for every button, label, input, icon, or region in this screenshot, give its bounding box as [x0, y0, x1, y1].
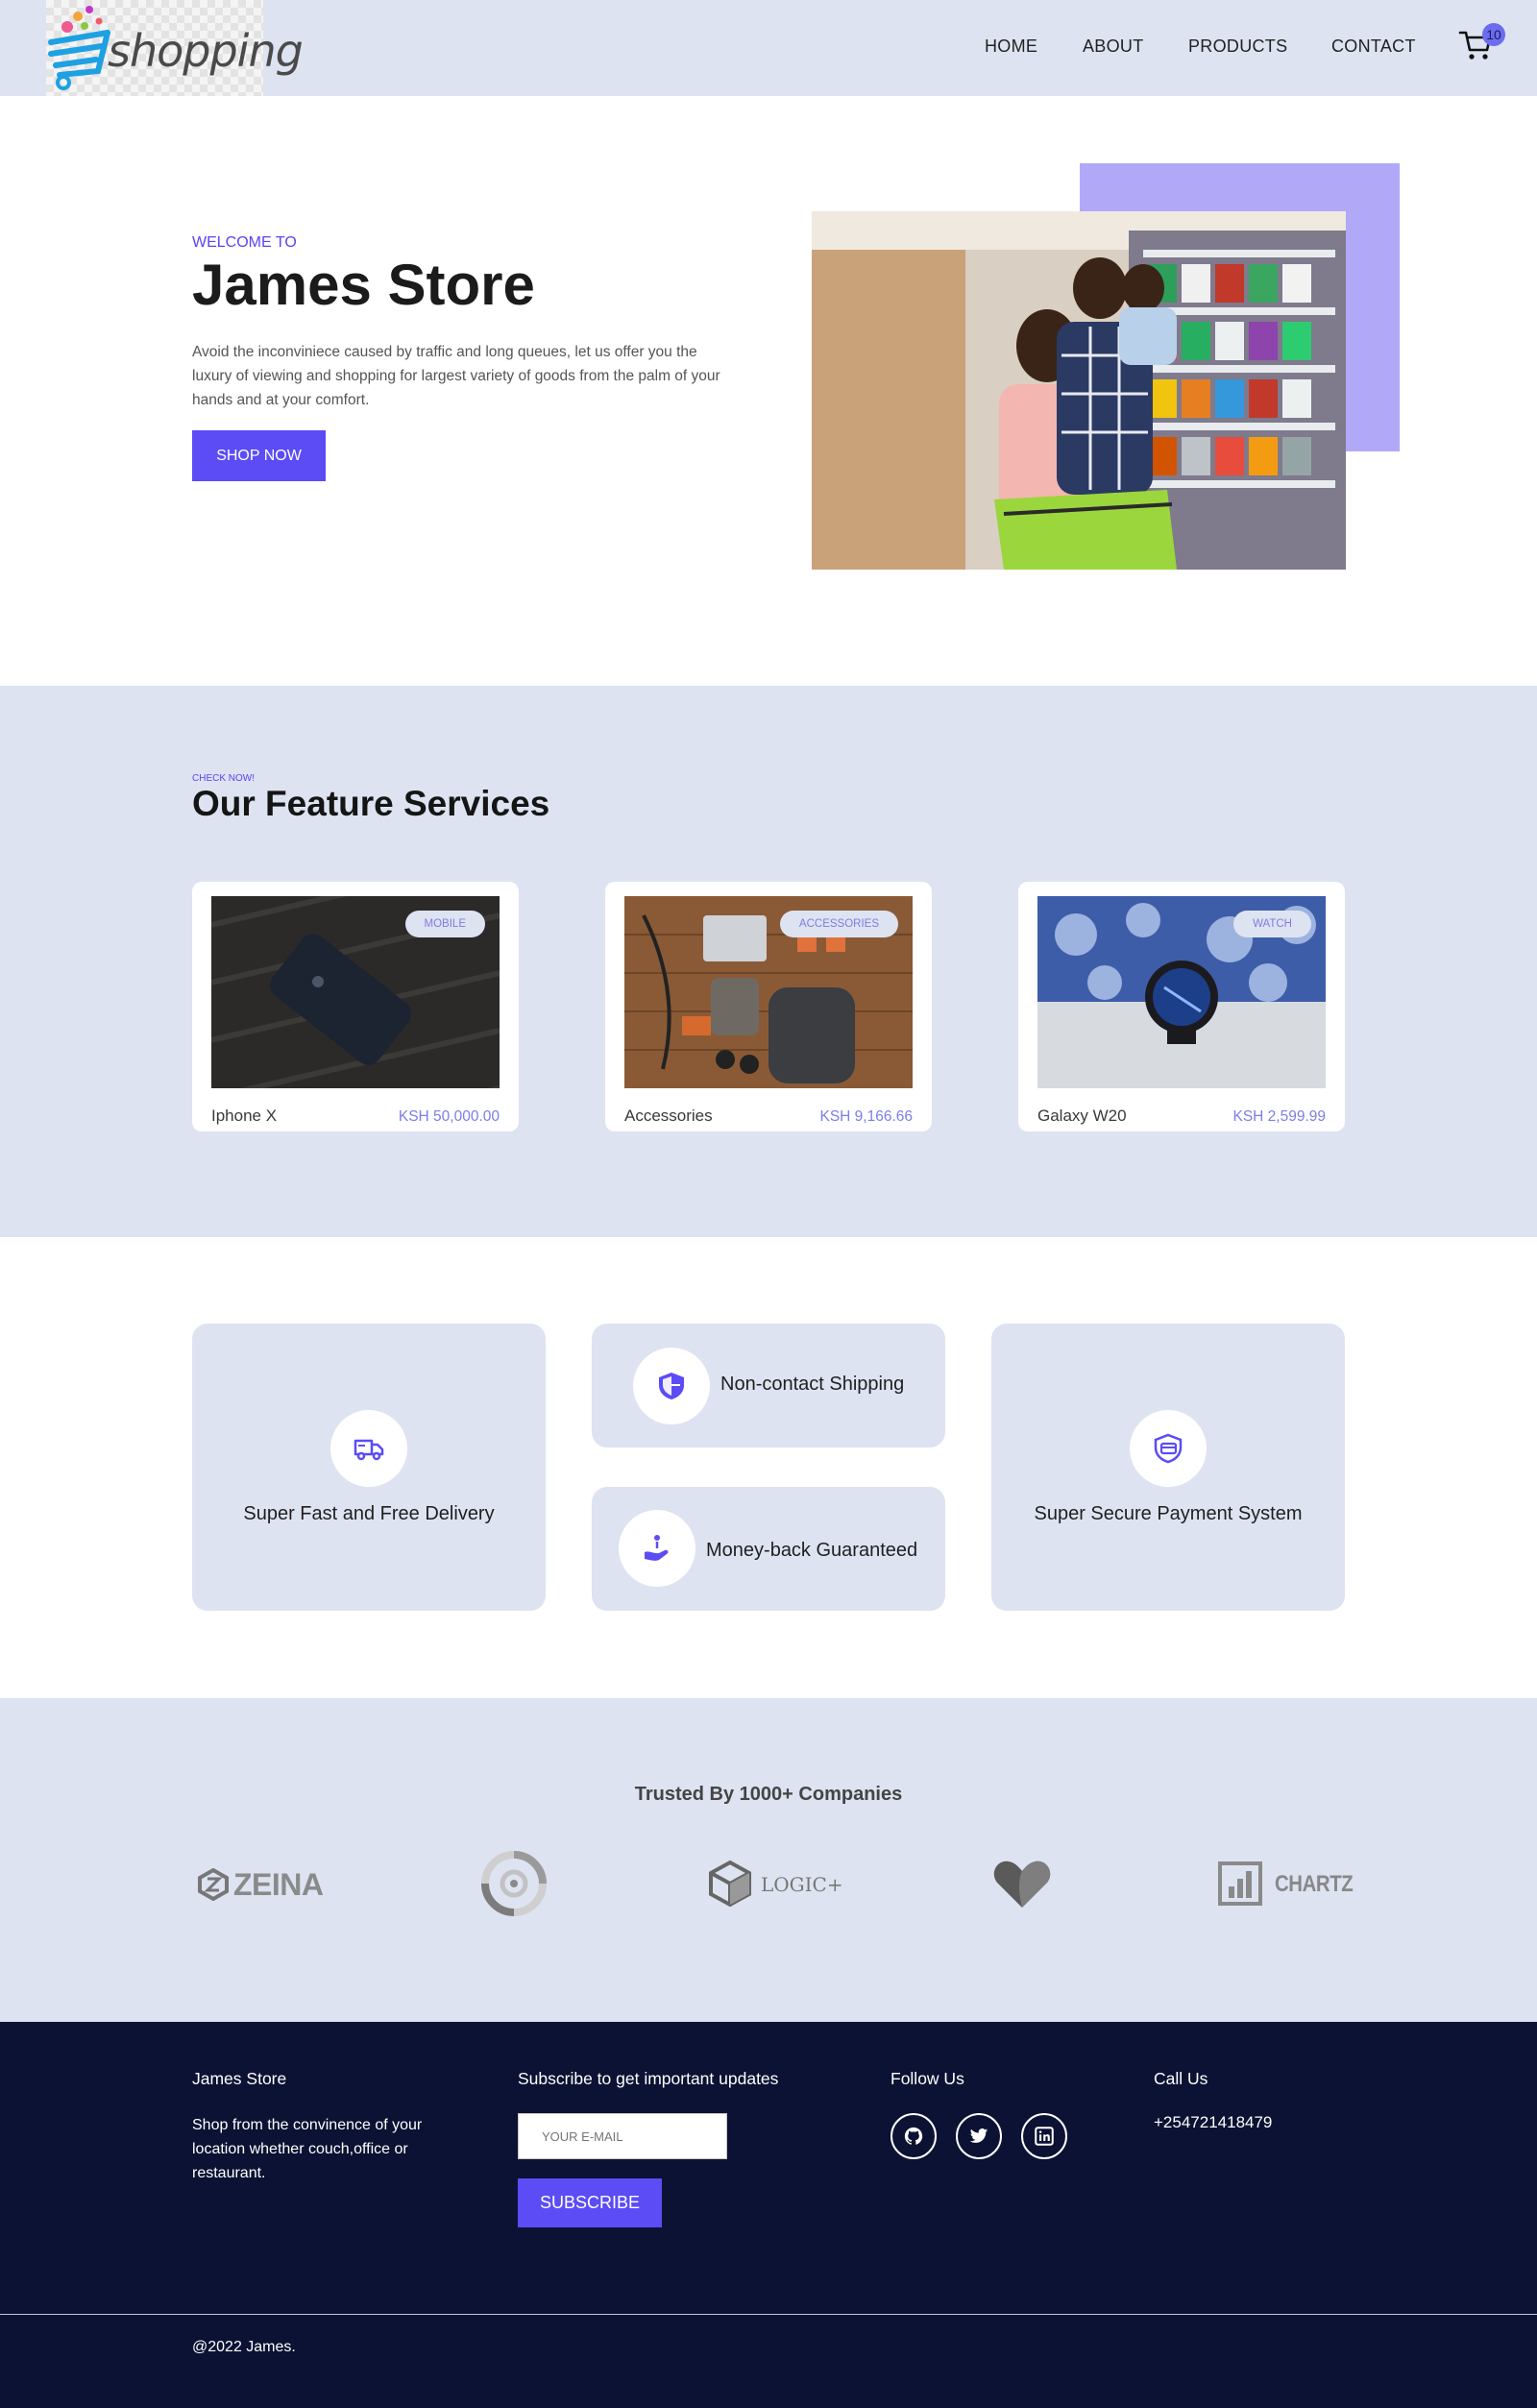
footer-follow-title: Follow Us	[890, 2069, 964, 2088]
logo[interactable]: shopping	[46, 0, 304, 96]
subscribe-button[interactable]: SUBSCRIBE	[518, 2178, 662, 2227]
money-hand-icon-circle	[619, 1510, 695, 1587]
twitter-icon	[969, 2128, 988, 2143]
brand-logo-logic: LOGIC+	[707, 1860, 851, 1909]
brand-name: LOGIC+	[761, 1873, 843, 1896]
shop-now-button[interactable]: SHOP NOW	[192, 430, 326, 481]
truck-icon-circle	[330, 1410, 407, 1487]
product-name: Iphone X	[211, 1107, 278, 1125]
service-card-delivery: Super Fast and Free Delivery	[192, 1324, 546, 1611]
nav-about[interactable]: ABOUT	[1083, 36, 1144, 57]
product-price: KSH 50,000.00	[398, 1108, 500, 1125]
service-label: Money-back Guaranteed	[706, 1540, 918, 1561]
product-card[interactable]: WATCH Galaxy W20 KSH 2,599.99	[1018, 882, 1345, 1131]
family-shopping-image	[812, 211, 1346, 570]
footer-phone[interactable]: +254721418479	[1154, 2110, 1272, 2134]
shield-icon-circle	[633, 1348, 710, 1424]
service-card-payment: Super Secure Payment System	[991, 1324, 1345, 1611]
product-name: Accessories	[624, 1107, 713, 1125]
product-card[interactable]: ACCESSORIES Accessories KSH 9,166.66	[605, 882, 932, 1131]
service-card-moneyback: Money-back Guaranteed	[592, 1487, 945, 1611]
product-tag: WATCH	[1233, 911, 1311, 937]
github-icon	[904, 2127, 923, 2145]
ring-logo-icon	[481, 1851, 547, 1916]
footer-brand-title: James Store	[192, 2069, 287, 2088]
email-input[interactable]	[518, 2113, 727, 2159]
product-price: KSH 2,599.99	[1232, 1108, 1326, 1125]
product-name: Galaxy W20	[1037, 1107, 1127, 1125]
featured-title: Our Feature Services	[192, 784, 550, 823]
hero-title: James Store	[192, 253, 535, 317]
nav-home[interactable]: HOME	[985, 36, 1037, 57]
featured-eyebrow: CHECK NOW!	[192, 773, 255, 784]
logo-text: shopping	[108, 25, 304, 77]
nav-products[interactable]: PRODUCTS	[1188, 36, 1287, 57]
brand-name: CHARTZ	[1275, 1871, 1354, 1897]
secure-payment-icon-circle	[1130, 1410, 1207, 1487]
hero-description: Avoid the inconviniece caused by traffic…	[192, 344, 720, 408]
linkedin-link[interactable]	[1021, 2113, 1067, 2159]
service-card-shipping: Non-contact Shipping	[592, 1324, 945, 1447]
product-price: KSH 9,166.66	[819, 1108, 913, 1125]
hero-photo	[812, 211, 1346, 570]
shield-icon	[659, 1373, 684, 1399]
product-tag: MOBILE	[404, 911, 485, 937]
linkedin-icon	[1035, 2127, 1054, 2146]
money-hand-icon	[645, 1535, 669, 1561]
secure-payment-icon	[1154, 1433, 1183, 1464]
footer-copyright: @2022 James.	[192, 2339, 296, 2355]
brand-name: ZEINA	[233, 1867, 324, 1902]
cart-count-badge: 10	[1482, 23, 1505, 46]
truck-icon	[354, 1439, 384, 1461]
product-card[interactable]: MOBILE Iphone X KSH 50,000.00	[192, 882, 519, 1131]
brand-logo-zeina: ZEINA	[197, 1865, 331, 1904]
footer-subscribe-title: Subscribe to get important updates	[518, 2069, 779, 2088]
cube-icon	[709, 1860, 751, 1908]
nav-contact[interactable]: CONTACT	[1331, 36, 1416, 57]
service-label: Super Secure Payment System	[1034, 1503, 1303, 1524]
product-tag: ACCESSORIES	[779, 911, 898, 937]
zeina-hexagon-icon	[198, 1868, 229, 1901]
twitter-link[interactable]	[956, 2113, 1002, 2159]
service-label: Non-contact Shipping	[720, 1374, 905, 1395]
brand-logo-chartz: CHARTZ	[1218, 1861, 1354, 1908]
service-label: Super Fast and Free Delivery	[243, 1503, 495, 1524]
trusted-title: Trusted By 1000+ Companies	[634, 1784, 903, 1805]
footer-divider	[0, 2314, 1537, 2315]
github-link[interactable]	[890, 2113, 937, 2159]
bar-chart-icon	[1218, 1861, 1262, 1906]
footer-call-title: Call Us	[1154, 2069, 1208, 2088]
heart-logo-icon	[993, 1861, 1051, 1908]
footer-brand-text: Shop from the convinence of your locatio…	[192, 2117, 423, 2181]
hero-eyebrow: WELCOME TO	[192, 234, 297, 251]
